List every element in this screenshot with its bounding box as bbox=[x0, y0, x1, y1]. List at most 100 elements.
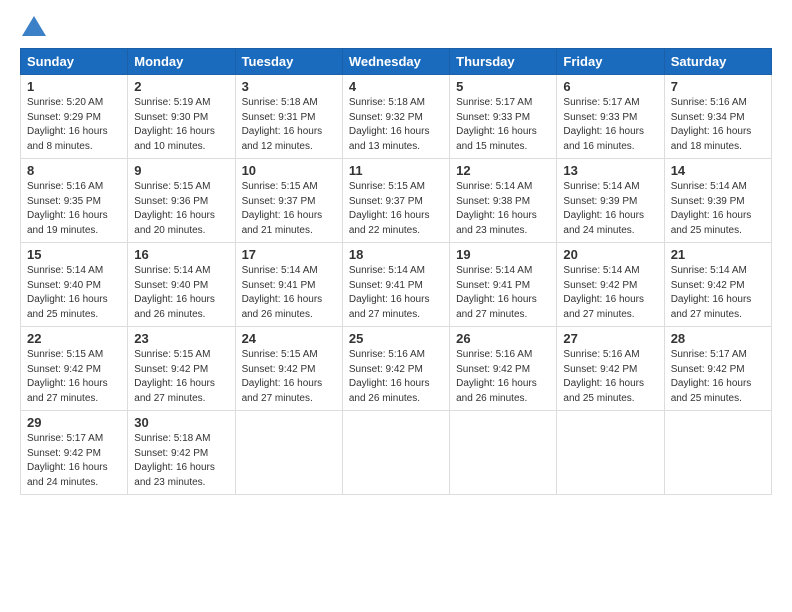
day-detail: Sunrise: 5:18 AM Sunset: 9:31 PM Dayligh… bbox=[242, 96, 336, 154]
day-detail: Sunrise: 5:18 AM Sunset: 9:42 PM Dayligh… bbox=[134, 432, 228, 490]
day-number: 26 bbox=[456, 331, 550, 346]
logo bbox=[20, 16, 46, 36]
day-number: 17 bbox=[242, 247, 336, 262]
day-number: 6 bbox=[563, 79, 657, 94]
calendar-cell: 20 Sunrise: 5:14 AM Sunset: 9:42 PM Dayli… bbox=[557, 243, 664, 327]
calendar-cell bbox=[557, 411, 664, 495]
weekday-header: Saturday bbox=[664, 49, 771, 75]
day-detail: Sunrise: 5:17 AM Sunset: 9:42 PM Dayligh… bbox=[27, 432, 121, 490]
day-number: 16 bbox=[134, 247, 228, 262]
calendar-week-row: 15 Sunrise: 5:14 AM Sunset: 9:40 PM Dayli… bbox=[21, 243, 772, 327]
day-detail: Sunrise: 5:14 AM Sunset: 9:39 PM Dayligh… bbox=[671, 180, 765, 238]
day-detail: Sunrise: 5:15 AM Sunset: 9:36 PM Dayligh… bbox=[134, 180, 228, 238]
day-number: 19 bbox=[456, 247, 550, 262]
weekday-header: Sunday bbox=[21, 49, 128, 75]
day-number: 12 bbox=[456, 163, 550, 178]
day-detail: Sunrise: 5:14 AM Sunset: 9:40 PM Dayligh… bbox=[134, 264, 228, 322]
day-detail: Sunrise: 5:14 AM Sunset: 9:41 PM Dayligh… bbox=[349, 264, 443, 322]
day-number: 2 bbox=[134, 79, 228, 94]
calendar-cell bbox=[664, 411, 771, 495]
calendar-cell: 2 Sunrise: 5:19 AM Sunset: 9:30 PM Daylig… bbox=[128, 75, 235, 159]
calendar-cell: 10Sunrise: 5:15 AM Sunset: 9:37 PM Dayli… bbox=[235, 159, 342, 243]
calendar-cell bbox=[450, 411, 557, 495]
calendar-cell: 28 Sunrise: 5:17 AM Sunset: 9:42 PM Dayli… bbox=[664, 327, 771, 411]
calendar-cell: 24 Sunrise: 5:15 AM Sunset: 9:42 PM Dayli… bbox=[235, 327, 342, 411]
day-number: 1 bbox=[27, 79, 121, 94]
weekday-header-row: SundayMondayTuesdayWednesdayThursdayFrid… bbox=[21, 49, 772, 75]
calendar-cell: 1 Sunrise: 5:20 AM Sunset: 9:29 PM Daylig… bbox=[21, 75, 128, 159]
weekday-header: Monday bbox=[128, 49, 235, 75]
calendar-cell bbox=[342, 411, 449, 495]
calendar-cell bbox=[235, 411, 342, 495]
calendar-cell: 12 Sunrise: 5:14 AM Sunset: 9:38 PM Dayli… bbox=[450, 159, 557, 243]
calendar-cell: 14 Sunrise: 5:14 AM Sunset: 9:39 PM Dayli… bbox=[664, 159, 771, 243]
calendar-table: SundayMondayTuesdayWednesdayThursdayFrid… bbox=[20, 48, 772, 495]
calendar-cell: 27Sunrise: 5:16 AM Sunset: 9:42 PM Dayli… bbox=[557, 327, 664, 411]
calendar-cell: 7 Sunrise: 5:16 AM Sunset: 9:34 PM Daylig… bbox=[664, 75, 771, 159]
day-number: 11 bbox=[349, 163, 443, 178]
calendar-week-row: 8Sunrise: 5:16 AM Sunset: 9:35 PM Daylig… bbox=[21, 159, 772, 243]
day-number: 9 bbox=[134, 163, 228, 178]
calendar-cell: 23 Sunrise: 5:15 AM Sunset: 9:42 PM Dayli… bbox=[128, 327, 235, 411]
calendar-cell: 5 Sunrise: 5:17 AM Sunset: 9:33 PM Daylig… bbox=[450, 75, 557, 159]
calendar-cell: 25 Sunrise: 5:16 AM Sunset: 9:42 PM Dayli… bbox=[342, 327, 449, 411]
day-number: 22 bbox=[27, 331, 121, 346]
day-detail: Sunrise: 5:17 AM Sunset: 9:33 PM Dayligh… bbox=[563, 96, 657, 154]
day-detail: Sunrise: 5:14 AM Sunset: 9:41 PM Dayligh… bbox=[242, 264, 336, 322]
day-detail: Sunrise: 5:14 AM Sunset: 9:40 PM Dayligh… bbox=[27, 264, 121, 322]
day-number: 30 bbox=[134, 415, 228, 430]
calendar-cell: 30 Sunrise: 5:18 AM Sunset: 9:42 PM Dayli… bbox=[128, 411, 235, 495]
calendar-cell: 15 Sunrise: 5:14 AM Sunset: 9:40 PM Dayli… bbox=[21, 243, 128, 327]
calendar-week-row: 1 Sunrise: 5:20 AM Sunset: 9:29 PM Daylig… bbox=[21, 75, 772, 159]
calendar-cell: 9 Sunrise: 5:15 AM Sunset: 9:36 PM Daylig… bbox=[128, 159, 235, 243]
day-number: 13 bbox=[563, 163, 657, 178]
day-number: 29 bbox=[27, 415, 121, 430]
day-number: 28 bbox=[671, 331, 765, 346]
day-number: 14 bbox=[671, 163, 765, 178]
day-number: 21 bbox=[671, 247, 765, 262]
calendar-cell: 29 Sunrise: 5:17 AM Sunset: 9:42 PM Dayli… bbox=[21, 411, 128, 495]
logo-icon bbox=[22, 16, 46, 36]
calendar-cell: 6 Sunrise: 5:17 AM Sunset: 9:33 PM Daylig… bbox=[557, 75, 664, 159]
day-detail: Sunrise: 5:14 AM Sunset: 9:38 PM Dayligh… bbox=[456, 180, 550, 238]
day-number: 7 bbox=[671, 79, 765, 94]
calendar-cell: 19 Sunrise: 5:14 AM Sunset: 9:41 PM Dayli… bbox=[450, 243, 557, 327]
calendar-cell: 3Sunrise: 5:18 AM Sunset: 9:31 PM Daylig… bbox=[235, 75, 342, 159]
day-detail: Sunrise: 5:20 AM Sunset: 9:29 PM Dayligh… bbox=[27, 96, 121, 154]
calendar-cell: 13 Sunrise: 5:14 AM Sunset: 9:39 PM Dayli… bbox=[557, 159, 664, 243]
day-detail: Sunrise: 5:15 AM Sunset: 9:42 PM Dayligh… bbox=[134, 348, 228, 406]
day-detail: Sunrise: 5:19 AM Sunset: 9:30 PM Dayligh… bbox=[134, 96, 228, 154]
day-detail: Sunrise: 5:17 AM Sunset: 9:42 PM Dayligh… bbox=[671, 348, 765, 406]
day-number: 25 bbox=[349, 331, 443, 346]
day-detail: Sunrise: 5:16 AM Sunset: 9:42 PM Dayligh… bbox=[563, 348, 657, 406]
day-detail: Sunrise: 5:16 AM Sunset: 9:42 PM Dayligh… bbox=[349, 348, 443, 406]
weekday-header: Tuesday bbox=[235, 49, 342, 75]
day-number: 24 bbox=[242, 331, 336, 346]
day-detail: Sunrise: 5:16 AM Sunset: 9:42 PM Dayligh… bbox=[456, 348, 550, 406]
day-detail: Sunrise: 5:15 AM Sunset: 9:42 PM Dayligh… bbox=[27, 348, 121, 406]
day-detail: Sunrise: 5:14 AM Sunset: 9:39 PM Dayligh… bbox=[563, 180, 657, 238]
day-detail: Sunrise: 5:15 AM Sunset: 9:37 PM Dayligh… bbox=[349, 180, 443, 238]
day-detail: Sunrise: 5:18 AM Sunset: 9:32 PM Dayligh… bbox=[349, 96, 443, 154]
calendar-cell: 16 Sunrise: 5:14 AM Sunset: 9:40 PM Dayli… bbox=[128, 243, 235, 327]
day-detail: Sunrise: 5:14 AM Sunset: 9:41 PM Dayligh… bbox=[456, 264, 550, 322]
day-detail: Sunrise: 5:16 AM Sunset: 9:34 PM Dayligh… bbox=[671, 96, 765, 154]
calendar-cell: 4Sunrise: 5:18 AM Sunset: 9:32 PM Daylig… bbox=[342, 75, 449, 159]
day-number: 23 bbox=[134, 331, 228, 346]
weekday-header: Thursday bbox=[450, 49, 557, 75]
day-detail: Sunrise: 5:15 AM Sunset: 9:42 PM Dayligh… bbox=[242, 348, 336, 406]
day-number: 18 bbox=[349, 247, 443, 262]
day-detail: Sunrise: 5:16 AM Sunset: 9:35 PM Dayligh… bbox=[27, 180, 121, 238]
day-number: 15 bbox=[27, 247, 121, 262]
calendar-cell: 26 Sunrise: 5:16 AM Sunset: 9:42 PM Dayli… bbox=[450, 327, 557, 411]
day-detail: Sunrise: 5:14 AM Sunset: 9:42 PM Dayligh… bbox=[563, 264, 657, 322]
calendar-week-row: 29 Sunrise: 5:17 AM Sunset: 9:42 PM Dayli… bbox=[21, 411, 772, 495]
day-number: 5 bbox=[456, 79, 550, 94]
day-detail: Sunrise: 5:17 AM Sunset: 9:33 PM Dayligh… bbox=[456, 96, 550, 154]
calendar-cell: 22 Sunrise: 5:15 AM Sunset: 9:42 PM Dayli… bbox=[21, 327, 128, 411]
calendar-cell: 18 Sunrise: 5:14 AM Sunset: 9:41 PM Dayli… bbox=[342, 243, 449, 327]
day-number: 20 bbox=[563, 247, 657, 262]
page-container: SundayMondayTuesdayWednesdayThursdayFrid… bbox=[0, 0, 792, 507]
weekday-header: Friday bbox=[557, 49, 664, 75]
weekday-header: Wednesday bbox=[342, 49, 449, 75]
